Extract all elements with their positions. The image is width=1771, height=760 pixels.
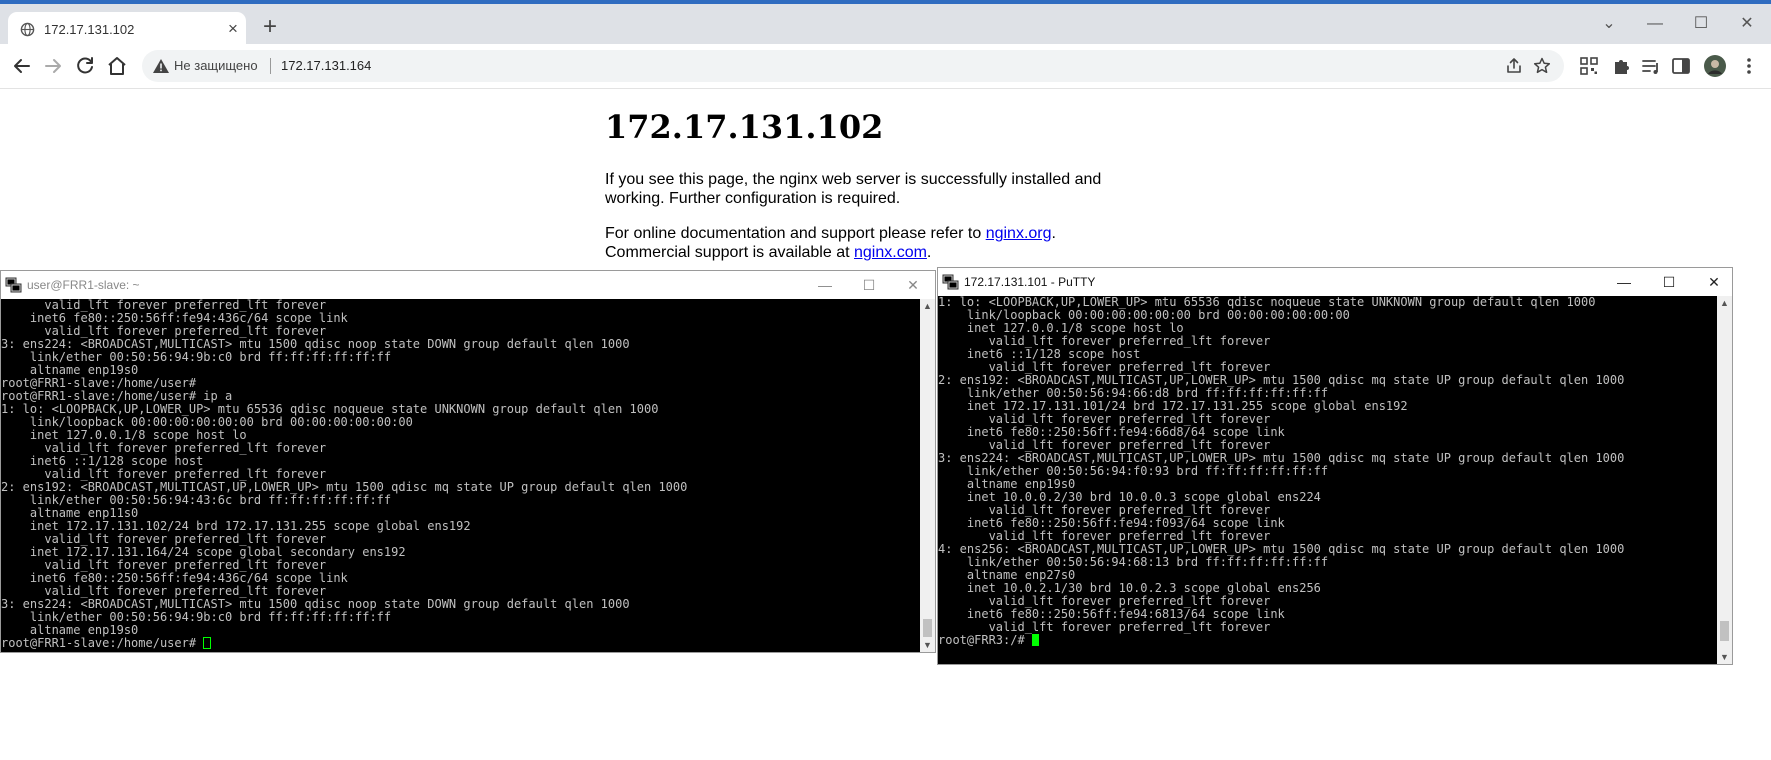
commercial-support-text: Commercial support is available at (605, 244, 854, 261)
close-button[interactable]: ✕ (1700, 272, 1728, 292)
reload-icon[interactable] (73, 54, 97, 78)
tab-title: 172.17.131.102 (44, 22, 135, 37)
window-title: user@FRR1-slave: ~ (27, 278, 140, 292)
terminal-line: link/ether 00:50:56:94:9b:c0 brd ff:ff:f… (1, 610, 392, 624)
window-titlebar[interactable]: 172.17.131.101 - PuTTY — ☐ ✕ (938, 268, 1732, 296)
terminal-prompt[interactable]: root@FRR3:/# (938, 634, 1717, 647)
profile-avatar[interactable] (1703, 54, 1727, 78)
window-title: 172.17.131.101 - PuTTY (964, 275, 1096, 289)
terminal-window-frr1-slave[interactable]: user@FRR1-slave: ~ — ☐ ✕ valid_lft forev… (0, 270, 936, 653)
url-text[interactable]: 172.17.131.164 (281, 58, 371, 73)
commercial-period: . (926, 244, 932, 261)
forward-arrow-icon[interactable] (41, 54, 65, 78)
minimize-window-button[interactable]: — (1640, 13, 1670, 35)
share-icon[interactable] (1504, 56, 1524, 76)
home-icon[interactable] (105, 54, 129, 78)
terminal-text: valid_lft forever preferred_lft forever … (1, 299, 920, 650)
page-heading: 172.17.131.102 (605, 108, 884, 146)
close-button[interactable]: ✕ (899, 275, 927, 295)
documentation-period: . (1051, 225, 1056, 242)
nginx-org-link[interactable]: nginx.org (986, 225, 1052, 242)
scroll-down-arrow-icon[interactable]: ▼ (1717, 650, 1732, 664)
side-panel-icon[interactable] (1670, 55, 1692, 77)
putty-icon (5, 277, 22, 293)
qr-code-icon[interactable] (1578, 55, 1600, 77)
text-cursor (1031, 634, 1039, 646)
nginx-com-link[interactable]: nginx.com (854, 244, 927, 261)
text-cursor (203, 637, 212, 649)
globe-icon (20, 22, 35, 37)
warning-icon[interactable] (152, 57, 170, 75)
scroll-down-arrow-icon[interactable]: ▼ (920, 638, 935, 652)
scroll-up-arrow-icon[interactable]: ▲ (1717, 296, 1732, 310)
back-arrow-icon[interactable] (10, 54, 34, 78)
address-bar[interactable]: Не защищено 172.17.131.164 (142, 50, 1564, 82)
scroll-up-arrow-icon[interactable]: ▲ (920, 299, 935, 313)
not-secure-label[interactable]: Не защищено (174, 58, 258, 73)
terminal-line: link/ether 00:50:56:94:9b:c0 brd ff:ff:f… (1, 350, 392, 364)
minimize-button[interactable]: — (1610, 272, 1638, 292)
vertical-scrollbar[interactable]: ▲ ▼ (920, 299, 935, 652)
tab-bar: 172.17.131.102 × + ⌄ — ☐ ✕ (0, 4, 1771, 48)
minimize-button[interactable]: — (811, 275, 839, 295)
close-window-button[interactable]: ✕ (1732, 13, 1762, 35)
close-tab-icon[interactable]: × (224, 19, 242, 39)
documentation-paragraph: For online documentation and support ple… (605, 224, 1125, 262)
vertical-scrollbar[interactable]: ▲ ▼ (1717, 296, 1732, 664)
terminal-output[interactable]: valid_lft forever preferred_lft forever … (1, 299, 920, 652)
tab-search-icon[interactable]: ⌄ (1594, 13, 1624, 35)
more-menu-icon[interactable] (1738, 55, 1760, 77)
scrollbar-thumb[interactable] (1720, 621, 1729, 641)
putty-icon (942, 274, 959, 290)
browser-tab[interactable]: 172.17.131.102 × (8, 12, 246, 48)
documentation-text: For online documentation and support ple… (605, 225, 986, 242)
scrollbar-thumb[interactable] (923, 619, 932, 637)
putty-window-frr3[interactable]: 172.17.131.101 - PuTTY — ☐ ✕ 1: lo: <LOO… (937, 267, 1733, 665)
maximize-button[interactable]: ☐ (855, 275, 883, 295)
terminal-line: valid_lft forever preferred_lft forever (938, 620, 1271, 634)
terminal-line: link/ether 00:50:56:94:43:6c brd ff:ff:f… (1, 493, 392, 507)
prompt-text: root@FRR1-slave:/home/user# (1, 636, 204, 650)
new-tab-button[interactable]: + (259, 15, 281, 39)
maximize-window-button[interactable]: ☐ (1686, 13, 1716, 35)
terminal-text: 1: lo: <LOOPBACK,UP,LOWER_UP> mtu 65536 … (938, 296, 1717, 647)
welcome-paragraph: If you see this page, the nginx web serv… (605, 171, 1102, 207)
window-titlebar[interactable]: user@FRR1-slave: ~ — ☐ ✕ (1, 271, 935, 299)
extensions-puzzle-icon[interactable] (1610, 55, 1632, 77)
prompt-text: root@FRR3:/# (938, 633, 1032, 647)
maximize-button[interactable]: ☐ (1655, 272, 1683, 292)
terminal-output[interactable]: 1: lo: <LOOPBACK,UP,LOWER_UP> mtu 65536 … (938, 296, 1717, 664)
omnibox-divider (270, 58, 271, 74)
browser-toolbar: Не защищено 172.17.131.164 (0, 44, 1771, 89)
terminal-prompt[interactable]: root@FRR1-slave:/home/user# (1, 637, 920, 650)
bookmark-star-icon[interactable] (1532, 56, 1552, 76)
media-queue-icon[interactable] (1640, 55, 1662, 77)
